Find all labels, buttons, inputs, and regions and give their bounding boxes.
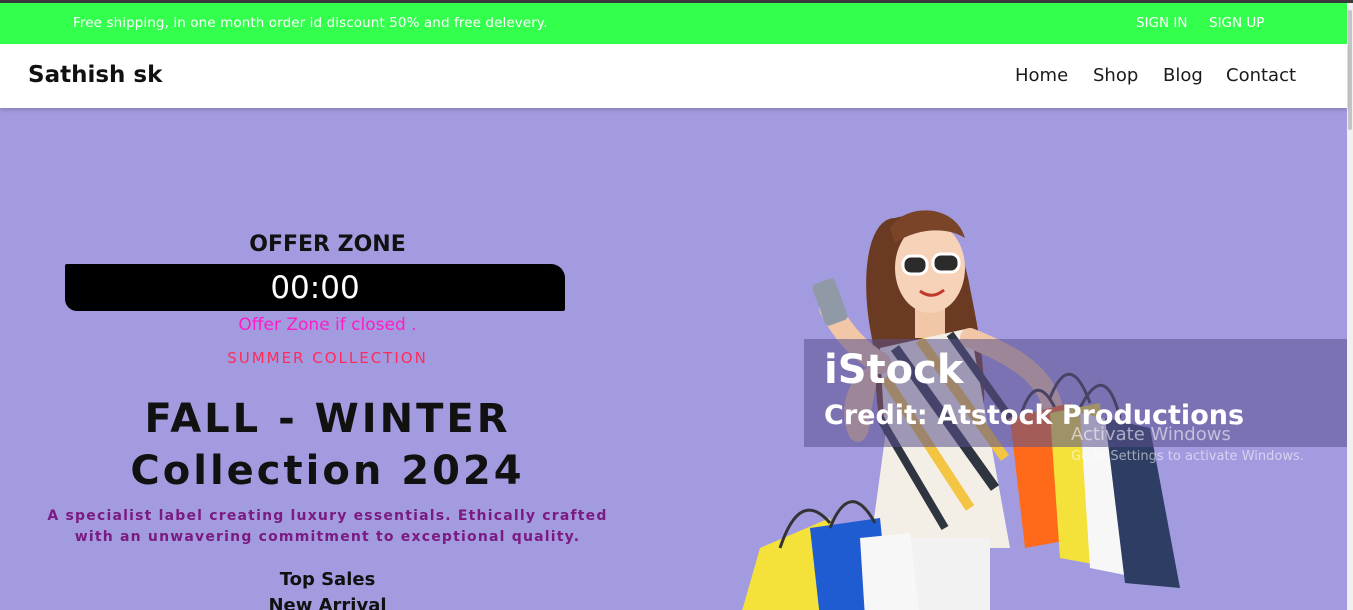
- hero-tagline: A specialist label creating luxury essen…: [40, 506, 615, 548]
- hero-headline: FALL - WINTER Collection 2024: [40, 393, 615, 497]
- tagline-line-2: with an unwavering commitment to excepti…: [74, 529, 581, 545]
- sign-up-link[interactable]: SIGN UP: [1209, 15, 1264, 31]
- activate-windows-overlay: Activate Windows Go to Settings to activ…: [1071, 424, 1304, 464]
- nav-link-shop[interactable]: Shop: [1093, 65, 1138, 86]
- hero-text-column: OFFER ZONE 00:00 Offer Zone if closed . …: [40, 108, 615, 610]
- nav-link-contact[interactable]: Contact: [1226, 65, 1296, 86]
- brand-logo[interactable]: Sathish sk: [28, 62, 162, 88]
- nav-link-home[interactable]: Home: [1015, 65, 1068, 86]
- menu-item-new-arrival[interactable]: New Arrival: [40, 595, 615, 610]
- activate-windows-subtitle: Go to Settings to activate Windows.: [1071, 449, 1304, 464]
- offer-zone-title: OFFER ZONE: [249, 232, 406, 257]
- offer-status-text: Offer Zone if closed .: [238, 315, 417, 335]
- collection-eyebrow: SUMMER COLLECTION: [227, 349, 428, 367]
- tagline-line-1: A specialist label creating luxury essen…: [47, 508, 608, 524]
- promo-bar: Free shipping, in one month order id dis…: [0, 3, 1347, 44]
- nav-link-blog[interactable]: Blog: [1163, 65, 1203, 86]
- countdown-timer: 00:00: [65, 264, 565, 311]
- watermark-brand: iStock: [824, 347, 964, 393]
- headline-line-2: Collection 2024: [130, 448, 525, 494]
- activate-windows-title: Activate Windows: [1071, 424, 1231, 445]
- menu-item-top-sales[interactable]: Top Sales: [40, 569, 615, 590]
- navbar: Sathish sk Home Shop Blog Contact: [0, 44, 1347, 108]
- timer-value: 00:00: [270, 270, 360, 306]
- page: Free shipping, in one month order id dis…: [0, 0, 1353, 610]
- scrollbar-thumb[interactable]: [1348, 10, 1352, 130]
- sign-in-link[interactable]: SIGN IN: [1136, 15, 1187, 31]
- promo-text: Free shipping, in one month order id dis…: [73, 15, 548, 31]
- headline-line-1: FALL - WINTER: [144, 396, 511, 442]
